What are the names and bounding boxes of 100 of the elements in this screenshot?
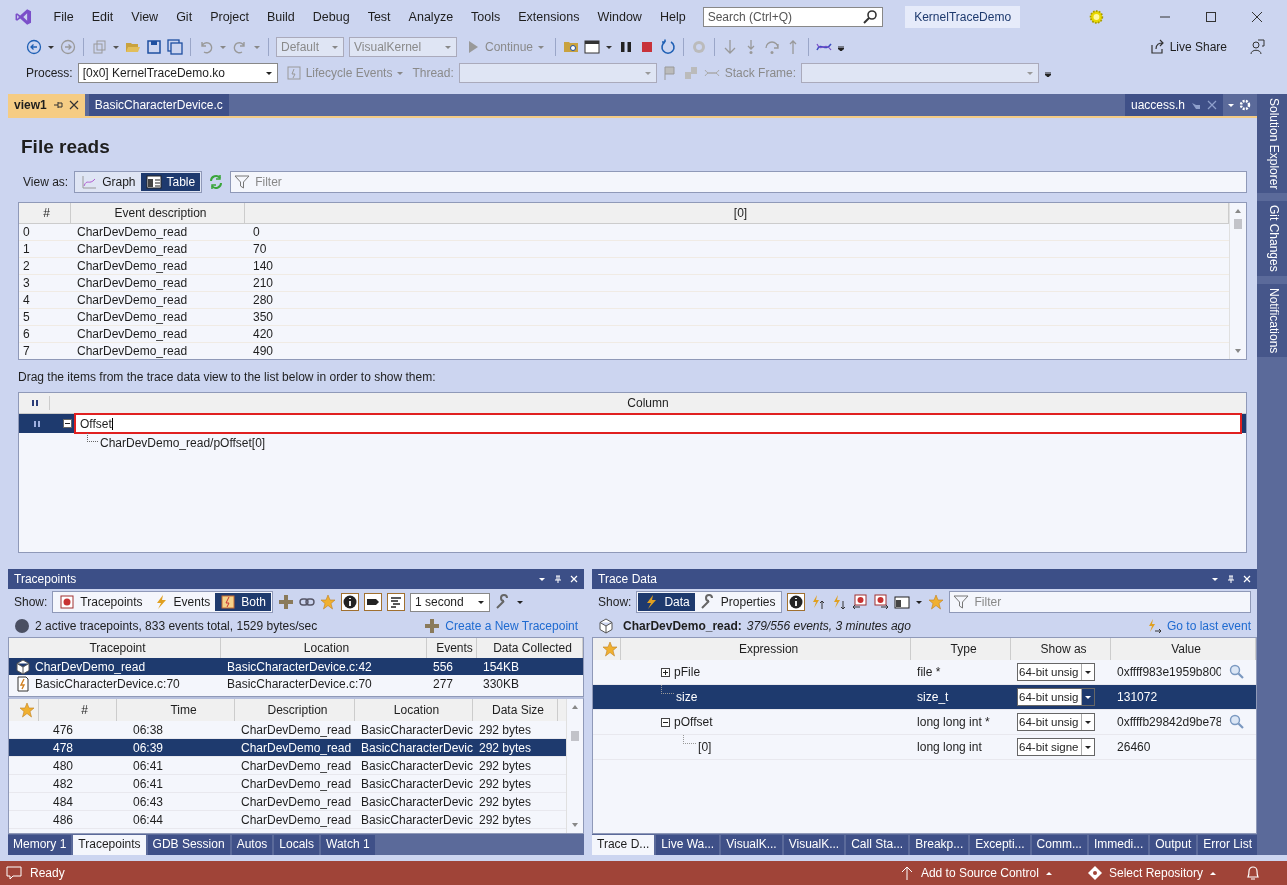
create-tracepoint-link[interactable]: Create a New Tracepoint [445, 619, 579, 634]
panel-tab[interactable]: Breakp... [910, 835, 969, 855]
wrench-icon[interactable] [495, 594, 511, 611]
show-filter-button[interactable]: Both [215, 593, 271, 612]
menu-item[interactable]: Extensions [509, 10, 589, 24]
show-as-dropdown[interactable]: 64-bit unsig [1017, 663, 1096, 682]
interval-dropdown[interactable]: 1 second [410, 592, 490, 612]
feedback-icon[interactable] [1249, 39, 1265, 55]
repository-button[interactable]: Select Repository [1080, 864, 1223, 882]
panel-tab[interactable]: Live Wa... [656, 835, 720, 855]
process-dropdown[interactable]: [0x0] KernelTraceDemo.ko [77, 63, 278, 83]
panel-tab[interactable]: GDB Session [147, 835, 230, 855]
collapse-icon[interactable] [63, 419, 72, 428]
pin-icon[interactable] [52, 100, 63, 110]
menu-item[interactable]: Debug [303, 10, 359, 24]
expand-icon[interactable] [661, 667, 671, 677]
column-header[interactable]: Location [355, 699, 473, 722]
document-tab[interactable]: BasicCharacterDevice.c [88, 94, 229, 116]
collapse-icon[interactable] [661, 717, 671, 727]
scroll-up-icon[interactable] [571, 703, 580, 712]
show-as-dropdown[interactable]: 64-bit signe [1017, 738, 1096, 757]
caret-icon[interactable] [47, 43, 55, 51]
scroll-thumb[interactable] [1234, 219, 1242, 229]
show-as-dropdown[interactable]: 64-bit unsig [1017, 688, 1096, 707]
back-icon[interactable] [26, 39, 42, 55]
scroll-down-icon[interactable] [571, 821, 580, 829]
panel-tab[interactable]: Error List [1198, 835, 1257, 855]
info-icon[interactable] [787, 593, 806, 612]
close-icon[interactable] [68, 100, 79, 110]
info-icon[interactable] [341, 593, 359, 612]
document-tab[interactable]: uaccess.h [1124, 94, 1223, 116]
menu-item[interactable]: Edit [82, 10, 123, 24]
table-icon[interactable] [894, 594, 911, 611]
overflow-icon[interactable] [1044, 69, 1053, 77]
star-icon[interactable] [928, 594, 945, 611]
view-mode-button[interactable]: Graph [76, 173, 141, 191]
caret-icon[interactable] [1211, 575, 1219, 584]
column-name-field[interactable]: Offset [76, 415, 1240, 432]
caret-icon[interactable] [112, 43, 120, 51]
column-header[interactable]: Value [1111, 638, 1256, 661]
view-mode-button[interactable]: Table [140, 173, 201, 191]
caret-icon[interactable] [605, 43, 614, 51]
star-icon[interactable] [601, 641, 618, 658]
caret-icon[interactable] [516, 598, 524, 607]
record-back-icon[interactable] [852, 594, 869, 611]
star-icon[interactable] [320, 594, 336, 611]
menu-item[interactable]: Analyze [399, 10, 463, 24]
column-header[interactable]: # [39, 699, 117, 722]
menu-item[interactable]: File [44, 10, 83, 24]
lightning-up-icon[interactable] [810, 594, 827, 611]
show-as-dropdown[interactable]: 64-bit unsig [1017, 713, 1096, 732]
panel-tab[interactable]: Call Sta... [846, 835, 909, 855]
menu-item[interactable]: Tools [462, 10, 510, 24]
scroll-up-icon[interactable] [1234, 207, 1242, 215]
settings-icon[interactable] [1239, 99, 1251, 111]
panel-tab[interactable]: Tracepoints [73, 835, 146, 855]
column-header[interactable]: Data Size [473, 699, 558, 722]
refresh-icon[interactable] [208, 174, 225, 190]
magnifier-icon[interactable] [1229, 664, 1246, 681]
panel-tab[interactable]: Output [1150, 835, 1197, 855]
magnifier-icon[interactable] [1229, 714, 1246, 731]
plus-icon[interactable] [278, 594, 294, 611]
scroll-down-icon[interactable] [1234, 347, 1242, 355]
lightning-down-icon[interactable] [831, 594, 848, 611]
overflow-icon[interactable] [837, 43, 846, 51]
filter-field[interactable]: Filter [230, 171, 1247, 193]
filter-field[interactable]: Filter [949, 591, 1251, 614]
tag-icon[interactable] [364, 593, 382, 612]
panel-tab[interactable]: VisualK... [721, 835, 782, 855]
side-tab[interactable]: Solution Explorer [1257, 94, 1287, 194]
menu-item[interactable]: Test [358, 10, 400, 24]
source-control-button[interactable]: Add to Source Control [892, 864, 1059, 882]
caret-icon[interactable] [1227, 101, 1235, 109]
side-tab[interactable]: Git Changes [1257, 201, 1287, 277]
column-header[interactable]: Event description [71, 203, 245, 223]
show-mode-button[interactable]: Data [638, 593, 695, 612]
side-tab[interactable]: Notifications [1257, 284, 1287, 358]
caret-icon[interactable] [915, 598, 924, 607]
maximize-icon[interactable] [1205, 11, 1217, 23]
star-icon[interactable] [18, 702, 35, 719]
panel-tab[interactable]: Memory 1 [8, 835, 72, 855]
column-header[interactable]: Show as [1011, 638, 1112, 661]
plus-icon[interactable] [424, 618, 441, 635]
record-forward-icon[interactable] [873, 594, 890, 611]
bell-icon[interactable] [1245, 865, 1261, 881]
menu-item[interactable]: Window [588, 10, 651, 24]
menu-item[interactable]: View [122, 10, 168, 24]
caret-icon[interactable] [538, 575, 547, 584]
show-filter-button[interactable]: Events [147, 593, 216, 612]
column-header[interactable]: Time [117, 699, 235, 722]
show-filter-button[interactable]: Tracepoints [54, 593, 148, 612]
restart-icon[interactable] [660, 39, 677, 55]
panel-tab[interactable]: Locals [274, 835, 319, 855]
column-header[interactable]: Description [235, 699, 355, 722]
menu-item[interactable]: Build [258, 10, 304, 24]
document-tab[interactable]: view1 [8, 94, 85, 116]
window-icon[interactable] [584, 39, 601, 55]
go-to-last-event-link[interactable]: Go to last event [1166, 619, 1251, 634]
panel-tab[interactable]: Comm... [1031, 835, 1087, 855]
save-all-icon[interactable] [167, 39, 183, 55]
